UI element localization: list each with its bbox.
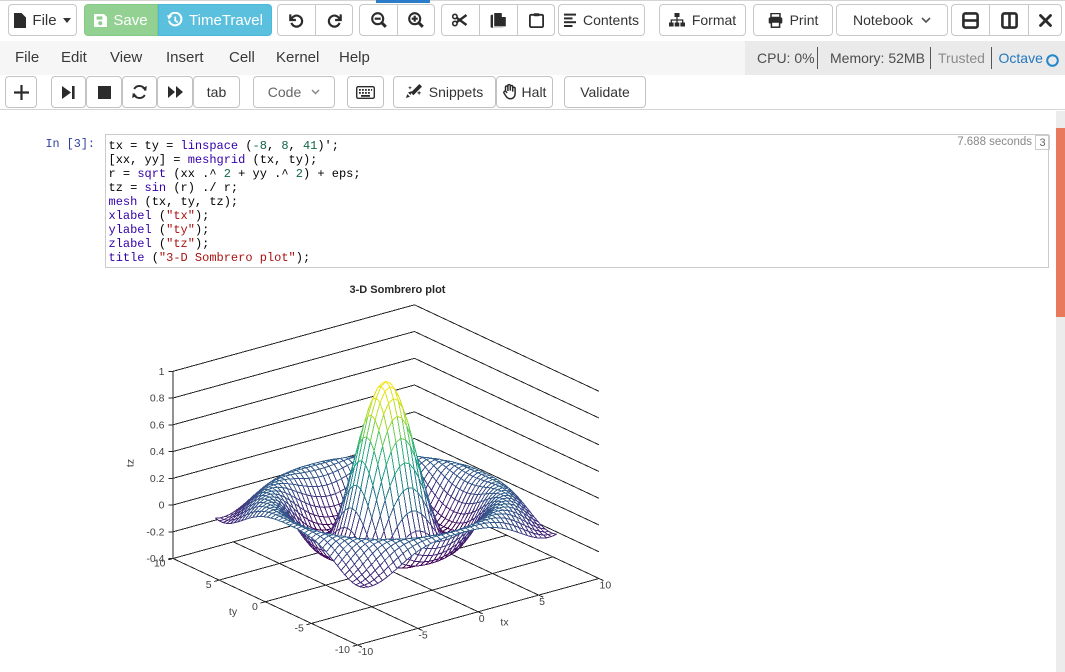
svg-text:1: 1 — [159, 366, 165, 378]
svg-text:tz: tz — [125, 459, 137, 467]
svg-text:5: 5 — [206, 579, 212, 591]
svg-text:-0.4: -0.4 — [146, 553, 164, 565]
svg-text:0.8: 0.8 — [150, 393, 165, 405]
svg-text:-0.2: -0.2 — [146, 526, 164, 538]
svg-text:10: 10 — [600, 580, 612, 592]
svg-text:5: 5 — [539, 596, 545, 608]
svg-text:3-D Sombrero plot: 3-D Sombrero plot — [350, 284, 446, 296]
svg-text:0.6: 0.6 — [150, 419, 165, 431]
svg-text:0.4: 0.4 — [150, 446, 165, 458]
svg-text:0: 0 — [252, 601, 258, 613]
svg-text:0.2: 0.2 — [150, 473, 165, 485]
svg-text:ty: ty — [229, 606, 238, 618]
svg-text:-5: -5 — [295, 622, 304, 634]
svg-text:0: 0 — [479, 613, 485, 625]
svg-text:tx: tx — [500, 617, 509, 629]
svg-text:-10: -10 — [358, 646, 373, 658]
svg-text:0: 0 — [159, 500, 165, 512]
svg-text:-5: -5 — [418, 629, 427, 641]
svg-text:-10: -10 — [335, 644, 350, 656]
